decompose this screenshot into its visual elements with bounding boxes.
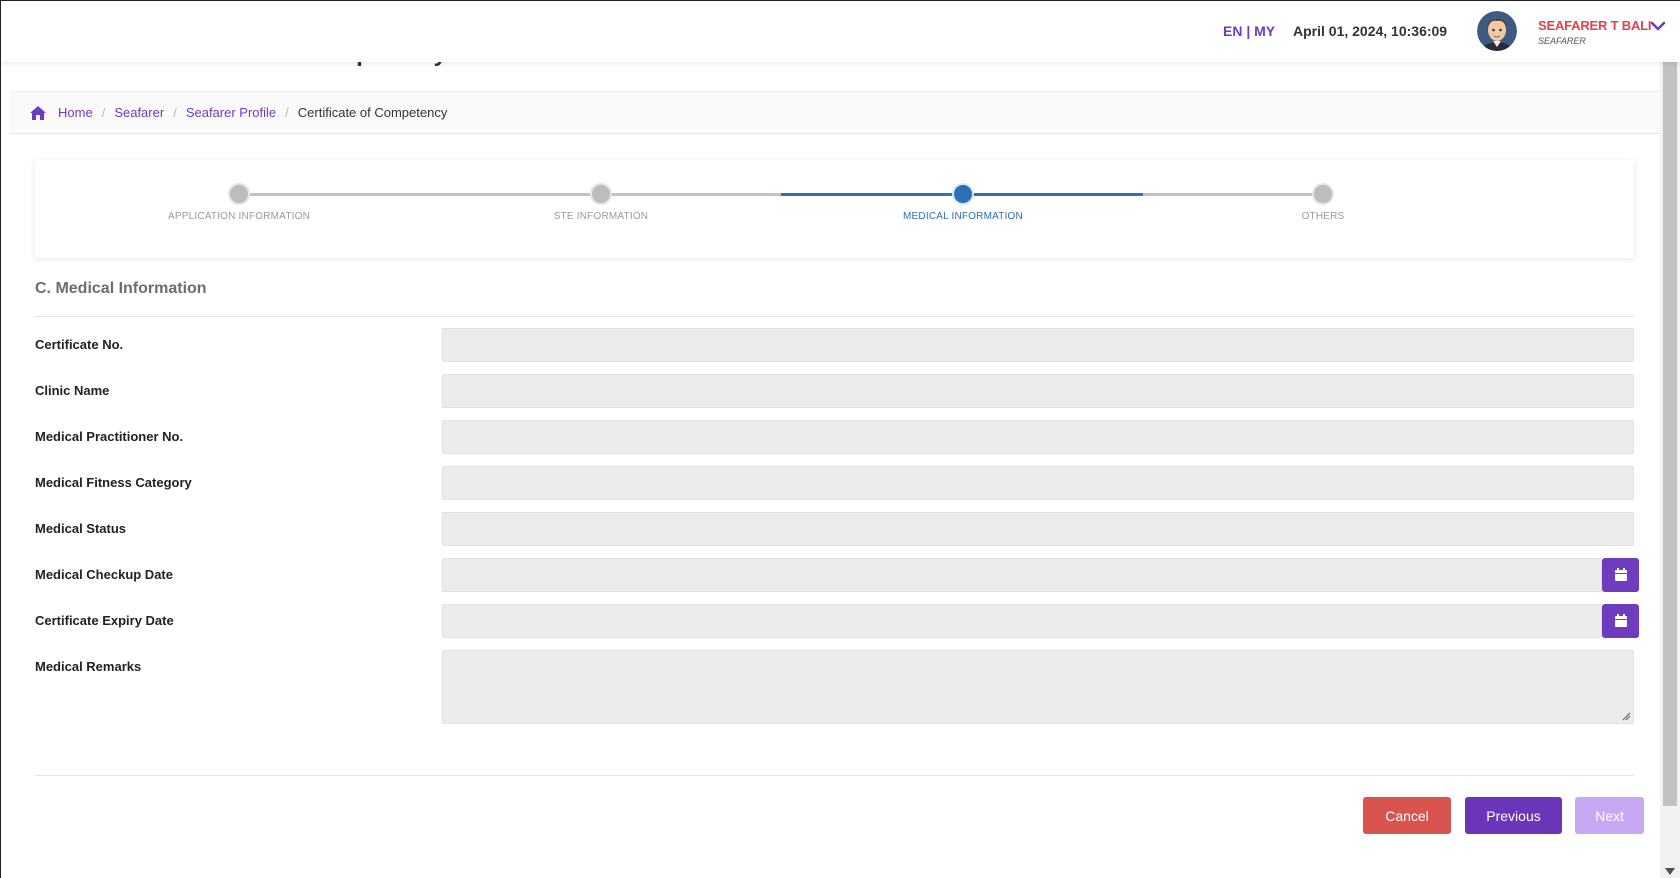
breadcrumb: Home / Seafarer / Seafarer Profile / Cer…: [10, 91, 1660, 134]
clinic-name-field[interactable]: [442, 374, 1634, 408]
user-name[interactable]: SEAFARER T BALI: [1538, 18, 1651, 33]
checkup-date-picker-button[interactable]: [1602, 558, 1639, 592]
fitness-category-field[interactable]: [442, 466, 1634, 500]
top-header: EN | MY April 01, 2024, 10:36:09 SEAFARE…: [1, 1, 1680, 62]
medical-status-label: Medical Status: [35, 521, 127, 536]
certificate-no-field[interactable]: [442, 328, 1634, 362]
stepper-line: [1143, 193, 1323, 196]
page-content: Seafarer - Certificate of Competency Hom…: [10, 60, 1660, 872]
clinic-name-label: Clinic Name: [35, 383, 110, 398]
divider: [35, 775, 1634, 776]
breadcrumb-profile-link[interactable]: Seafarer Profile: [186, 105, 276, 120]
breadcrumb-separator: /: [285, 105, 289, 120]
previous-button[interactable]: Previous: [1465, 797, 1562, 834]
step-application-dot[interactable]: [228, 183, 250, 205]
avatar[interactable]: [1477, 11, 1517, 51]
stepper-line: [601, 193, 781, 196]
step-ste-label: STE INFORMATION: [553, 211, 649, 222]
step-application-label: APPLICATION INFORMATION: [167, 211, 311, 222]
expiry-date-label: Certificate Expiry Date: [35, 613, 174, 628]
progress-stepper: APPLICATION INFORMATION STE INFORMATION …: [35, 160, 1634, 258]
medical-status-field[interactable]: [442, 512, 1634, 546]
row-expiry-date: Certificate Expiry Date: [35, 604, 1639, 638]
remarks-label: Medical Remarks: [35, 659, 142, 674]
row-practitioner-no: Medical Practitioner No.: [35, 420, 1634, 454]
section-title: C. Medical Information: [35, 280, 207, 297]
practitioner-no-label: Medical Practitioner No.: [35, 429, 184, 444]
vertical-scrollbar[interactable]: [1660, 62, 1680, 878]
calendar-icon: [1614, 614, 1627, 627]
row-remarks: Medical Remarks: [35, 650, 1634, 724]
user-avatar-icon: [1477, 11, 1517, 51]
calendar-icon: [1614, 568, 1627, 581]
step-others-dot[interactable]: [1312, 183, 1334, 205]
scrollbar-thumb[interactable]: [1663, 62, 1677, 806]
home-icon[interactable]: [30, 105, 46, 120]
checkup-date-field[interactable]: [442, 558, 1602, 592]
certificate-no-label: Certificate No.: [35, 337, 124, 352]
breadcrumb-current: Certificate of Competency: [297, 105, 448, 120]
divider: [35, 316, 1634, 317]
breadcrumb-separator: /: [101, 105, 106, 120]
cancel-button[interactable]: Cancel: [1363, 797, 1451, 834]
scroll-down-arrow-icon[interactable]: [1665, 868, 1675, 876]
next-button[interactable]: Next: [1575, 797, 1644, 834]
breadcrumb-separator: /: [173, 105, 177, 120]
step-medical-label: MEDICAL INFORMATION: [903, 211, 1023, 222]
row-clinic-name: Clinic Name: [35, 374, 1634, 408]
practitioner-no-field[interactable]: [442, 420, 1634, 454]
breadcrumb-seafarer-link[interactable]: Seafarer: [114, 105, 164, 120]
fitness-category-label: Medical Fitness Category: [35, 475, 192, 490]
remarks-textarea[interactable]: [442, 650, 1634, 724]
row-medical-status: Medical Status: [35, 512, 1634, 546]
resize-grip-icon[interactable]: [1622, 712, 1631, 721]
step-ste-dot[interactable]: [590, 183, 612, 205]
step-medical-dot[interactable]: [952, 183, 974, 205]
chevron-down-icon[interactable]: [1651, 21, 1665, 31]
checkup-date-label: Medical Checkup Date: [35, 567, 173, 582]
row-fitness-category: Medical Fitness Category: [35, 466, 1634, 500]
step-others-label: OTHERS: [1301, 211, 1345, 222]
expiry-date-field[interactable]: [442, 604, 1602, 638]
stepper-line: [239, 193, 601, 196]
expiry-date-picker-button[interactable]: [1602, 604, 1639, 638]
current-datetime: April 01, 2024, 10:36:09: [1293, 23, 1448, 39]
row-certificate-no: Certificate No.: [35, 328, 1634, 362]
language-switch[interactable]: EN | MY: [1223, 23, 1275, 39]
breadcrumb-home-link[interactable]: Home: [58, 105, 93, 120]
row-checkup-date: Medical Checkup Date: [35, 558, 1639, 592]
user-role: SEAFARER: [1538, 36, 1586, 46]
